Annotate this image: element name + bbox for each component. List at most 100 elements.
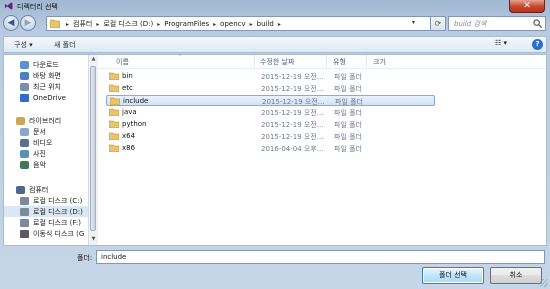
drive-icon [20,218,29,227]
breadcrumb-item[interactable]: ProgramFiles [163,20,210,28]
cancel-button[interactable]: 취소 [490,267,542,284]
sidebar-item-label: 로컬 디스크 (D:) [33,207,83,216]
sidebar-item[interactable]: 이동식 디스크 (G [4,228,88,239]
file-date: 2015-12-19 오전... [261,133,324,141]
view-options-button[interactable]: ☷ ▾ [495,39,517,50]
column-divider[interactable] [366,55,367,67]
file-row[interactable]: bin 2015-12-19 오전... 파일 폴더 [106,71,435,82]
column-header-size[interactable]: 크기 [373,57,386,67]
sidebar-item-label: 이동식 디스크 (G [33,229,85,238]
file-type: 파일 폴더 [334,133,362,141]
folder-icon [110,97,120,105]
folder-label: 폴더: [77,254,93,262]
file-row[interactable]: include 2015-12-19 오전... 파일 폴더 [106,95,435,106]
sidebar-item[interactable]: OneDrive [4,92,88,103]
folder-name-field[interactable]: include [96,250,545,264]
scroll-thumb[interactable] [90,66,96,231]
navigation-scrollbar[interactable]: ▲ ▼ [88,55,98,245]
breadcrumb-item[interactable]: 로컬 디스크 (D:) [102,19,154,29]
sidebar-item-label: 로컬 디스크 (F:) [33,218,81,227]
new-folder-button[interactable]: 새 폴더 [54,40,76,50]
column-header-name[interactable]: 이름 [116,57,129,67]
browser-content: 다운로드 바탕 화면 최근 위치 OneDrive 라이브러리 문서 비디오 사진 음악 컴퓨터 로… [3,54,547,246]
forward-button[interactable]: ▶ [20,15,36,31]
file-date: 2015-12-19 오전... [261,121,324,129]
sidebar-item[interactable]: 비디오 [4,137,88,148]
file-type: 파일 폴더 [334,145,362,153]
search-icon [533,19,542,28]
breadcrumb-separator-icon[interactable]: ▸ [93,21,102,28]
back-button[interactable]: ◀ [3,15,19,31]
drive-icon [20,196,29,205]
breadcrumb-separator-icon[interactable]: ▸ [210,21,219,28]
sidebar-item[interactable]: 음악 [4,159,88,170]
sidebar-item[interactable]: 로컬 디스크 (C:) [4,195,88,206]
folder-icon [109,144,119,152]
sidebar-item[interactable]: 라이브러리 [4,115,88,126]
breadcrumb: ▸ 컴퓨터 ▸ 로컬 디스크 (D:) ▸ ProgramFiles ▸ opencv ▸ bui… [63,19,284,29]
column-header-type[interactable]: 유형 [333,57,346,67]
file-type: 파일 폴더 [334,85,362,93]
address-bar[interactable]: ▸ 컴퓨터 ▸ 로컬 디스크 (D:) ▸ ProgramFiles ▸ opencv ▸ bui… [46,16,432,31]
sidebar-item[interactable]: 바탕 화면 [4,70,88,81]
sidebar-item[interactable]: 문서 [4,126,88,137]
desktop-icon [20,71,29,80]
pictures-icon [20,149,29,158]
file-date: 2015-12-19 오전... [261,109,324,117]
file-row[interactable]: java 2015-12-19 오전... 파일 폴더 [106,107,435,118]
folder-icon [109,132,119,140]
column-divider[interactable] [254,55,255,67]
select-folder-button[interactable]: 폴더 선택 [422,267,484,284]
sidebar-item-label: 최근 위치 [33,82,61,91]
search-input[interactable]: build 검색 [448,16,546,31]
file-type: 파일 폴더 [334,73,362,81]
organize-button[interactable]: 구성 ▾ [14,40,33,50]
help-icon[interactable]: ? [532,39,543,50]
sort-arrow-icon: ⌃ [178,54,183,60]
sidebar-item[interactable]: 컴퓨터 [4,184,88,195]
sidebar-item[interactable]: 최근 위치 [4,81,88,92]
column-header-date[interactable]: 수정한 날짜 [260,57,294,67]
file-row[interactable]: etc 2015-12-19 오전... 파일 폴더 [106,83,435,94]
scroll-up-icon[interactable]: ▲ [90,56,97,64]
visual-studio-icon [4,2,13,10]
file-name: python [122,120,147,128]
file-row[interactable]: x86 2016-04-04 오후... 파일 폴더 [106,143,435,154]
breadcrumb-separator-icon[interactable]: ▸ [63,21,72,28]
resize-grip[interactable] [540,279,548,287]
file-date: 2015-12-19 오전... [262,98,325,106]
videos-icon [20,138,29,147]
file-type: 파일 폴더 [335,98,363,106]
computer-icon [16,185,25,194]
breadcrumb-item[interactable]: opencv [219,20,246,28]
file-row[interactable]: python 2015-12-19 오전... 파일 폴더 [106,119,435,130]
close-button[interactable]: ✕ [509,0,545,13]
file-row[interactable]: x64 2015-12-19 오전... 파일 폴더 [106,131,435,142]
sidebar-item[interactable]: 로컬 디스크 (D:) [4,206,88,217]
sidebar-item[interactable]: 다운로드 [4,59,88,70]
sidebar-item[interactable]: 사진 [4,148,88,159]
folder-icon [109,108,119,116]
column-divider[interactable] [326,55,327,67]
breadcrumb-item[interactable]: build [256,20,275,28]
breadcrumb-item[interactable]: 컴퓨터 [72,19,93,29]
title-bar[interactable]: 디렉터리 선택 ✕ [0,0,550,13]
sidebar-item-label: OneDrive [33,93,66,102]
recent-places-icon [20,82,29,91]
sidebar-item[interactable]: 로컬 디스크 (F:) [4,217,88,228]
scroll-down-icon[interactable]: ▼ [90,236,97,244]
breadcrumb-separator-icon[interactable]: ▸ [154,21,163,28]
breadcrumb-separator-icon[interactable]: ▸ [247,21,256,28]
file-name: x86 [122,144,136,152]
chevron-down-icon[interactable]: ▾ [412,19,415,26]
header-divider [98,68,546,69]
window-title: 디렉터리 선택 [17,3,58,11]
folder-icon [109,120,119,128]
folder-icon [50,19,60,28]
sidebar-item-label: 비디오 [33,138,53,147]
breadcrumb-separator-icon[interactable]: ▸ [275,21,284,28]
folder-icon [109,72,119,80]
download-folder-icon [20,60,29,69]
file-type: 파일 폴더 [334,109,362,117]
refresh-button[interactable]: ⟳ [430,16,446,31]
